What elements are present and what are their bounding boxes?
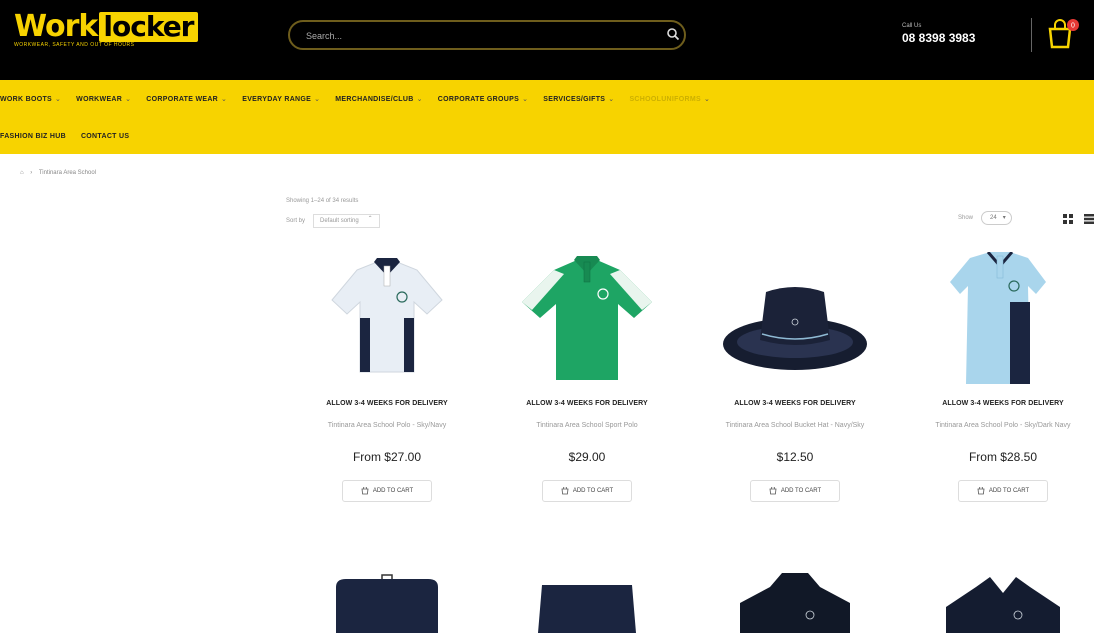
- product-image[interactable]: [918, 252, 1088, 387]
- chevron-down-icon: ⌄: [314, 96, 321, 103]
- nav-item-school-uniforms[interactable]: SCHOOLUNIFORMS ⌄: [629, 95, 710, 103]
- breadcrumb-current: Tintinara Area School: [38, 170, 97, 176]
- sort-label: Sort by: [286, 218, 306, 224]
- delivery-badge: ALLOW 3-4 WEEKS FOR DELIVERY: [942, 400, 1064, 407]
- site-logo[interactable]: Work locker: [14, 12, 198, 42]
- search-input[interactable]: [304, 27, 628, 45]
- delivery-badge: ALLOW 3-4 WEEKS FOR DELIVERY: [734, 400, 856, 407]
- chevron-down-icon: ⌄: [416, 96, 423, 103]
- product-name[interactable]: Tintinara Area School Sport Polo: [512, 420, 662, 431]
- nav-row-2: FASHION BIZ HUB CONTACT US: [0, 133, 144, 140]
- chevron-down-icon: ⌄: [125, 96, 132, 103]
- breadcrumb-separator: ›: [30, 170, 33, 176]
- nav-label: EVERYDAY RANGE: [242, 96, 312, 103]
- nav-item-workwear[interactable]: WORKWEAR ⌄: [76, 95, 131, 103]
- cart-icon: [769, 487, 777, 495]
- sort-control: Sort by Default sorting: [286, 214, 380, 228]
- logo-text-work: Work: [14, 9, 98, 44]
- product-name[interactable]: Tintinara Area School Bucket Hat - Navy/…: [720, 420, 870, 431]
- nav-label: SERVICES/GIFTS: [543, 96, 606, 103]
- per-page-control: Show 24: [958, 211, 1012, 225]
- product-image[interactable]: [502, 252, 672, 387]
- product-card[interactable]: ALLOW 3-4 WEEKS FOR DELIVERY Tintinara A…: [302, 252, 472, 512]
- per-page-label: Show: [958, 215, 974, 221]
- product-image[interactable]: [302, 573, 472, 633]
- add-to-cart-label: ADD TO CART: [780, 488, 822, 494]
- nav-item-merchandise-club[interactable]: MERCHANDISE/CLUB ⌄: [335, 95, 422, 103]
- product-image[interactable]: [502, 573, 672, 633]
- add-to-cart-button[interactable]: ADD TO CART: [342, 480, 432, 502]
- cart-icon[interactable]: 0: [1045, 18, 1081, 52]
- list-view-icon[interactable]: [1084, 214, 1094, 224]
- logo-tagline: WORKWEAR, SAFETY AND OUT OF HOURS: [14, 42, 135, 48]
- cart-count: 0: [1071, 23, 1075, 30]
- add-to-cart-label: ADD TO CART: [572, 488, 614, 494]
- product-name[interactable]: Tintinara Area School Polo - Sky/Navy: [312, 420, 462, 431]
- add-to-cart-label: ADD TO CART: [988, 488, 1030, 494]
- chevron-down-icon: ⌄: [608, 96, 615, 103]
- grid-view-icon[interactable]: [1063, 214, 1073, 224]
- nav-item-contact-us[interactable]: CONTACT US: [81, 133, 129, 140]
- nav-item-work-boots[interactable]: WORK BOOTS ⌄: [0, 95, 61, 103]
- chevron-down-icon: ⌄: [221, 96, 228, 103]
- logo-text-locker: locker: [99, 12, 198, 42]
- nav-item-fashion-biz-hub[interactable]: FASHION BIZ HUB: [0, 133, 66, 140]
- product-price: From $27.00: [352, 450, 422, 464]
- nav-label: CORPORATE GROUPS: [437, 96, 520, 103]
- product-card[interactable]: ALLOW 3-4 WEEKS FOR DELIVERY Tintinara A…: [710, 252, 880, 512]
- product-image[interactable]: [710, 252, 880, 387]
- nav-label: SCHOOLUNIFORMS: [629, 96, 701, 103]
- sort-select[interactable]: Default sorting: [313, 214, 380, 228]
- product-image[interactable]: [918, 573, 1088, 633]
- nav-label: CORPORATE WEAR: [146, 96, 219, 103]
- main-nav: WORK BOOTS ⌄ WORKWEAR ⌄ CORPORATE WEAR ⌄ EV…: [0, 80, 1094, 154]
- product-card[interactable]: ALLOW 3-4 WEEKS FOR DELIVERY Tintinara A…: [502, 252, 672, 512]
- chevron-down-icon: ⌄: [703, 96, 711, 103]
- nav-label: CONTACT US: [80, 133, 130, 140]
- search-bar[interactable]: [288, 20, 686, 50]
- product-price: From $28.50: [968, 450, 1038, 464]
- chevron-down-icon: ⌄: [522, 96, 529, 103]
- product-price: $12.50: [776, 450, 814, 464]
- nav-item-services-gifts[interactable]: SERVICES/GIFTS ⌄: [543, 95, 614, 103]
- phone-number[interactable]: 08 8398 3983: [902, 31, 975, 45]
- nav-item-corporate-wear[interactable]: CORPORATE WEAR ⌄: [146, 95, 227, 103]
- breadcrumb: ⌂ › Tintinara Area School: [20, 170, 101, 176]
- add-to-cart-label: ADD TO CART: [372, 488, 414, 494]
- per-page-select[interactable]: 24: [981, 211, 1012, 225]
- product-image[interactable]: [710, 573, 880, 633]
- add-to-cart-button[interactable]: ADD TO CART: [958, 480, 1048, 502]
- result-count: Showing 1–24 of 34 results: [286, 198, 359, 204]
- product-name[interactable]: Tintinara Area School Polo - Sky/Dark Na…: [928, 420, 1078, 431]
- cart-icon: [561, 487, 569, 495]
- nav-item-corporate-groups[interactable]: CORPORATE GROUPS ⌄: [438, 95, 528, 103]
- nav-item-everyday-range[interactable]: EVERYDAY RANGE ⌄: [242, 95, 320, 103]
- call-label: Call Us: [902, 23, 922, 29]
- search-icon[interactable]: [666, 27, 680, 41]
- cart-icon: [361, 487, 369, 495]
- chevron-down-icon: ⌄: [55, 96, 62, 103]
- nav-row-1: WORK BOOTS ⌄ WORKWEAR ⌄ CORPORATE WEAR ⌄ EV…: [0, 95, 725, 103]
- nav-label: WORK BOOTS: [0, 96, 52, 103]
- nav-label: FASHION BIZ HUB: [0, 133, 66, 140]
- cart-icon: [977, 487, 985, 495]
- add-to-cart-button[interactable]: ADD TO CART: [750, 480, 840, 502]
- product-card[interactable]: ALLOW 3-4 WEEKS FOR DELIVERY Tintinara A…: [918, 252, 1088, 512]
- header-divider: [1031, 18, 1032, 52]
- nav-label: WORKWEAR: [76, 96, 123, 103]
- nav-label: MERCHANDISE/CLUB: [335, 96, 414, 103]
- product-image[interactable]: [302, 252, 472, 387]
- delivery-badge: ALLOW 3-4 WEEKS FOR DELIVERY: [526, 400, 648, 407]
- top-header: Work locker WORKWEAR, SAFETY AND OUT OF …: [0, 0, 1094, 80]
- add-to-cart-button[interactable]: ADD TO CART: [542, 480, 632, 502]
- delivery-badge: ALLOW 3-4 WEEKS FOR DELIVERY: [326, 400, 448, 407]
- home-icon[interactable]: ⌂: [20, 170, 24, 176]
- product-price: $29.00: [568, 450, 606, 464]
